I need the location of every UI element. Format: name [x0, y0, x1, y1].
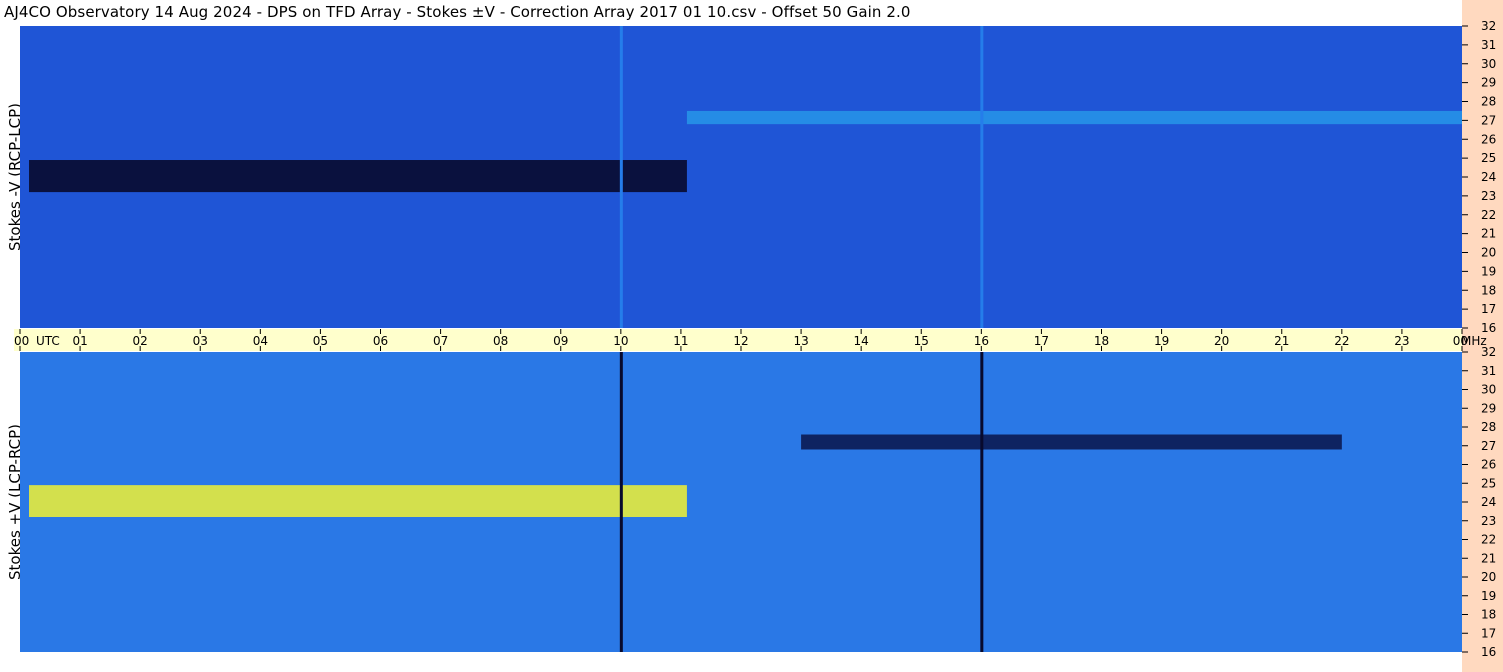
time-tick-label: 10: [613, 334, 628, 348]
frequency-tick-label: 29: [1481, 76, 1496, 90]
frequency-tick-label: 24: [1481, 170, 1496, 184]
time-tick-label: 02: [133, 334, 148, 348]
frequency-tick-label: 17: [1481, 626, 1496, 640]
time-unit-label: UTC: [36, 334, 60, 348]
spectrogram-band: [29, 160, 687, 193]
frequency-tick-label: 31: [1481, 38, 1496, 52]
frequency-tick-label: 17: [1481, 302, 1496, 316]
frequency-tick-label: 22: [1481, 533, 1496, 547]
time-tick-label: 23: [1394, 334, 1409, 348]
spectrogram-vertical-line: [619, 352, 623, 652]
spectrogram-band: [801, 434, 1342, 450]
time-tick-label: 11: [673, 334, 688, 348]
frequency-tick-label: 21: [1481, 551, 1496, 565]
frequency-tick-label: 30: [1481, 57, 1496, 71]
frequency-tick-label: 27: [1481, 113, 1496, 127]
frequency-unit-label: MHz: [1461, 334, 1487, 348]
time-tick-label: 19: [1154, 334, 1169, 348]
time-tick-label: 22: [1334, 334, 1349, 348]
time-tick-label: 04: [253, 334, 268, 348]
time-tick-label: 00: [14, 334, 29, 348]
frequency-tick-label: 18: [1481, 283, 1496, 297]
time-tick-label: 18: [1094, 334, 1109, 348]
frequency-tick-label: 19: [1481, 264, 1496, 278]
frequency-tick-label: 23: [1481, 189, 1496, 203]
time-tick-label: 17: [1034, 334, 1049, 348]
time-tick-label: 06: [373, 334, 388, 348]
spectrogram-band: [29, 485, 687, 517]
time-tick-label: 09: [553, 334, 568, 348]
frequency-tick-label: 22: [1481, 208, 1496, 222]
frequency-tick-label: 26: [1481, 132, 1496, 146]
spectrogram-vertical-line: [980, 352, 984, 652]
time-tick-label: 03: [193, 334, 208, 348]
frequency-tick-label: 20: [1481, 570, 1496, 584]
frequency-tick-label: 16: [1481, 645, 1496, 659]
frequency-tick-label: 25: [1481, 476, 1496, 490]
frequency-tick-label: 27: [1481, 439, 1496, 453]
frequency-tick-label: 23: [1481, 514, 1496, 528]
spectrogram-band: [686, 110, 1462, 125]
time-tick-label: 15: [914, 334, 929, 348]
time-tick-label: 20: [1214, 334, 1229, 348]
spectrogram-vertical-line: [980, 26, 984, 328]
spectrogram-vertical-line: [619, 26, 623, 328]
frequency-tick-label: 21: [1481, 227, 1496, 241]
frequency-tick-label: 29: [1481, 401, 1496, 415]
frequency-tick-label: 16: [1481, 321, 1496, 335]
frequency-tick-label: 19: [1481, 589, 1496, 603]
frequency-tick-label: 20: [1481, 246, 1496, 260]
time-tick-label: 07: [433, 334, 448, 348]
time-tick-label: 14: [854, 334, 869, 348]
frequency-tick-label: 28: [1481, 95, 1496, 109]
frequency-tick-label: 18: [1481, 608, 1496, 622]
frequency-tick-label: 26: [1481, 458, 1496, 472]
time-tick-label: 08: [493, 334, 508, 348]
time-tick-label: 12: [733, 334, 748, 348]
frequency-tick-label: 32: [1481, 19, 1496, 33]
frequency-tick-label: 31: [1481, 364, 1496, 378]
frequency-tick-label: 30: [1481, 383, 1496, 397]
time-tick-label: 05: [313, 334, 328, 348]
frequency-tick-label: 24: [1481, 495, 1496, 509]
time-tick-label: 16: [974, 334, 989, 348]
time-tick-label: 13: [793, 334, 808, 348]
frequency-tick-label: 25: [1481, 151, 1496, 165]
spectrogram-chart: 3231302928272625242322212019181716323130…: [14, 19, 1496, 659]
frequency-tick-label: 28: [1481, 420, 1496, 434]
time-tick-label: 01: [72, 334, 87, 348]
time-tick-label: 21: [1274, 334, 1289, 348]
